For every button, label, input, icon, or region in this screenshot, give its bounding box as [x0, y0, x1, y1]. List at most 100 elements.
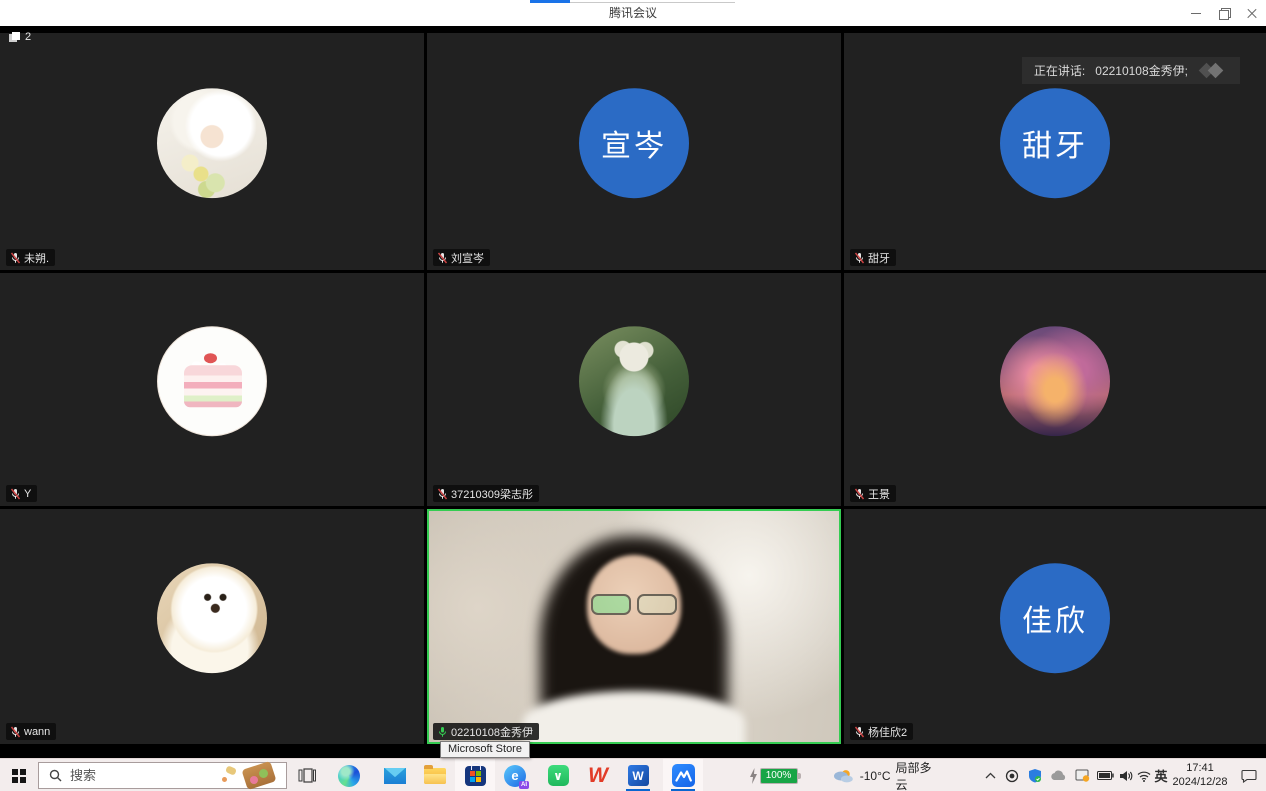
search-icon: [49, 769, 62, 782]
windows-logo-icon: [12, 769, 26, 783]
mic-muted-icon: [854, 726, 865, 738]
participant-name-tag: 刘宣岑: [433, 249, 490, 266]
search-input[interactable]: [70, 768, 212, 783]
participant-name: wann: [24, 726, 50, 738]
tray-record-icon[interactable]: [1002, 759, 1022, 791]
taskbar-tooltip: Microsoft Store: [440, 741, 530, 758]
tray-volume[interactable]: [1116, 759, 1136, 791]
mic-muted-icon: [10, 726, 21, 738]
mail-icon: [384, 768, 406, 784]
speaker-icon: [1119, 770, 1133, 782]
meeting-grid: 2 正在讲话: 02210108金秀伊; 未朔. 宣岑 刘宣岑 甜牙: [0, 26, 1266, 758]
tray-windows-security[interactable]: [1024, 759, 1046, 791]
image-icon: [1075, 769, 1090, 782]
taskbar-app-edge[interactable]: [329, 759, 369, 791]
ai-badge: AI: [519, 781, 529, 789]
participant-name: 甜牙: [868, 250, 890, 266]
tray-onedrive[interactable]: [1047, 759, 1069, 791]
security-shield-icon: [1028, 768, 1042, 783]
mic-muted-icon: [437, 252, 448, 264]
microsoft-store-icon: [465, 766, 486, 786]
avatar: [157, 563, 267, 673]
quark-browser-icon: eAI: [504, 765, 526, 787]
tray-show-hidden-icons[interactable]: [980, 759, 1000, 791]
speaking-banner: 正在讲话: 02210108金秀伊;: [1022, 57, 1240, 84]
participant-name: 未朔.: [24, 250, 49, 266]
mic-on-icon: [437, 726, 448, 738]
clock-date: 2024/12/28: [1172, 776, 1227, 790]
taskbar-app-wps-office[interactable]: W: [578, 759, 618, 791]
weather-widget[interactable]: -10°C 局部多云: [833, 759, 943, 791]
taskbar-app-tencent-meeting[interactable]: [663, 759, 703, 791]
mic-muted-icon: [854, 488, 865, 500]
participant-name-tag: 02210108金秀伊: [433, 723, 539, 740]
avatar: 宣岑: [579, 88, 689, 198]
participant-name: 37210309梁志彤: [451, 486, 533, 502]
avatar-initials: 佳欣: [1022, 596, 1088, 640]
tray-battery[interactable]: [1094, 759, 1116, 791]
restore-button[interactable]: [1218, 7, 1230, 19]
taskbar-app-mail[interactable]: [375, 759, 415, 791]
mic-muted-icon: [10, 252, 21, 264]
mic-muted-icon: [10, 488, 21, 500]
start-button[interactable]: [0, 759, 38, 791]
mic-muted-icon: [437, 488, 448, 500]
close-button[interactable]: [1246, 7, 1258, 19]
participant-name-tag: 甜牙: [850, 249, 896, 266]
battery-status-widget[interactable]: 100%: [742, 759, 804, 791]
participant-name-tag: 王景: [850, 485, 896, 502]
participant-name: 刘宣岑: [451, 250, 484, 266]
task-view-button[interactable]: [290, 759, 324, 791]
wps-office-icon: W: [588, 765, 608, 786]
avatar: [157, 326, 267, 436]
taskbar-app-word[interactable]: W: [618, 759, 658, 791]
mic-muted-icon: [854, 252, 865, 264]
taskbar-app-green-v[interactable]: ∨: [538, 759, 578, 791]
search-highlight-art-icon[interactable]: [220, 763, 282, 788]
participant-name: Y: [24, 488, 31, 500]
desktop-screen: 腾讯会议 2 正在讲话: 02210108金秀伊; 未朔.: [0, 0, 1266, 791]
page-count: 2: [25, 31, 31, 43]
word-icon: W: [628, 765, 649, 786]
speaking-name: 02210108金秀伊;: [1095, 62, 1188, 79]
participant-name: 王景: [868, 486, 890, 502]
participant-name: 杨佳欣2: [868, 724, 907, 740]
participant-tile[interactable]: 未朔.: [0, 33, 424, 270]
minimize-button[interactable]: [1190, 7, 1202, 19]
participant-name: 02210108金秀伊: [451, 724, 533, 740]
participant-tile[interactable]: 宣岑 刘宣岑: [427, 33, 841, 270]
page-indicator[interactable]: 2: [8, 31, 31, 43]
avatar-initials: 甜牙: [1022, 121, 1088, 165]
avatar: [579, 326, 689, 436]
participant-tile[interactable]: Y: [0, 273, 424, 506]
participant-tile[interactable]: 王景: [844, 273, 1266, 506]
participant-name-tag: 未朔.: [6, 249, 55, 266]
screens-icon: [8, 31, 21, 43]
taskbar-app-microsoft-store[interactable]: [455, 759, 495, 791]
avatar-initials: 宣岑: [601, 121, 667, 165]
participant-name-tag: 杨佳欣2: [850, 723, 913, 740]
participant-tile[interactable]: 佳欣 杨佳欣2: [844, 509, 1266, 744]
participant-tile[interactable]: wann: [0, 509, 424, 744]
taskbar-clock[interactable]: 17:41 2024/12/28: [1168, 759, 1232, 791]
charging-bolt-icon: [749, 768, 758, 784]
window-titlebar: 腾讯会议: [0, 0, 1266, 26]
green-v-app-icon: ∨: [548, 765, 569, 786]
cloud-icon: [1050, 770, 1067, 781]
weather-temp: -10°C: [860, 769, 891, 783]
participant-name-tag: Y: [6, 485, 37, 502]
tray-screenshot-tool[interactable]: [1071, 759, 1093, 791]
action-center-button[interactable]: [1236, 759, 1262, 791]
taskbar-search[interactable]: [38, 762, 287, 789]
avatar: 甜牙: [1000, 88, 1110, 198]
weather-icon: [833, 768, 855, 784]
tencent-meeting-logo-icon: [1198, 62, 1228, 80]
file-explorer-icon: [424, 768, 446, 784]
battery-icon: [1097, 771, 1114, 780]
taskbar-app-quark-browser[interactable]: eAI: [495, 759, 535, 791]
taskbar-app-file-explorer[interactable]: [415, 759, 455, 791]
participant-tile-speaking[interactable]: 02210108金秀伊: [427, 509, 841, 744]
taskbar: eAI ∨ W W 100% -10°C 局部多云: [0, 758, 1266, 791]
participant-name-tag: 37210309梁志彤: [433, 485, 539, 502]
participant-tile[interactable]: 37210309梁志彤: [427, 273, 841, 506]
